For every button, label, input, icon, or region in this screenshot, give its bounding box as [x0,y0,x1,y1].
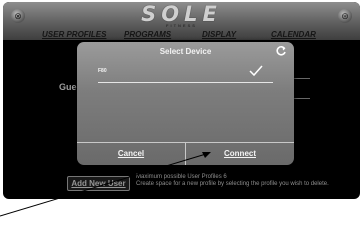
nav-calendar[interactable]: CALENDAR [271,30,316,39]
header-bar: ⊗ ⊛ SOLE FITNESS USER PROFILES PROGRAMS … [3,2,360,40]
row-divider [98,82,273,83]
select-device-dialog: Select Device F80 Cancel Connect [77,42,294,165]
connect-button[interactable]: Connect [186,142,294,165]
device-list-item[interactable]: F80 [98,64,273,83]
app-window: ⊗ ⊛ SOLE FITNESS USER PROFILES PROGRAMS … [3,2,360,199]
refresh-icon[interactable] [275,45,287,57]
brand-logo-subtitle: FITNESS [166,23,197,28]
check-icon [249,65,263,77]
main-nav: USER PROFILES PROGRAMS DISPLAY CALENDAR [3,30,360,40]
nav-programs[interactable]: PROGRAMS [124,30,171,39]
device-name: F80 [98,68,107,74]
nav-display[interactable]: DISPLAY [202,30,236,39]
nav-user-profiles[interactable]: USER PROFILES [42,30,106,39]
dialog-title: Select Device [159,47,212,56]
cancel-button[interactable]: Cancel [77,142,185,165]
